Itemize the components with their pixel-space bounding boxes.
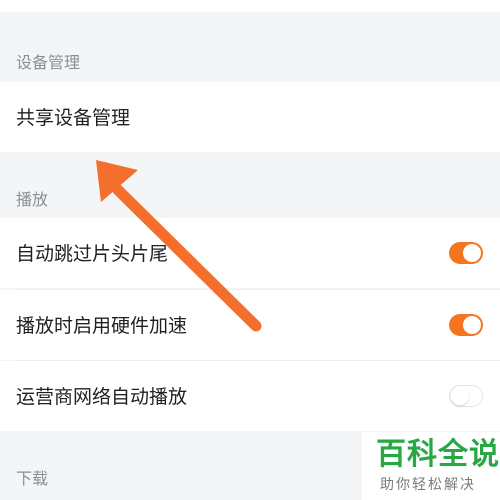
row-label: 播放时启用硬件加速	[16, 315, 188, 337]
row-label: 共享设备管理	[16, 107, 131, 129]
top-strip	[0, 0, 500, 12]
row-mobile-network-autoplay[interactable]: 运营商网络自动播放	[0, 361, 500, 431]
toggle-hardware-acceleration[interactable]	[449, 314, 483, 336]
toggle-knob	[451, 386, 469, 405]
toggle-knob	[463, 316, 481, 334]
watermark-subtitle: 助你轻松解决	[380, 477, 476, 493]
toggle-knob	[463, 244, 481, 262]
arrow-head	[96, 160, 138, 202]
row-hardware-acceleration[interactable]: 播放时启用硬件加速	[0, 290, 500, 360]
section-header-device: 设备管理	[16, 53, 81, 72]
section-header-playback: 播放	[16, 190, 49, 209]
row-shared-device-management[interactable]: 共享设备管理	[0, 82, 500, 152]
section-header-download: 下载	[16, 469, 49, 488]
watermark-title: 百科全说	[376, 437, 500, 472]
toggle-mobile-network-autoplay[interactable]	[449, 385, 483, 407]
row-auto-skip-intro-outro[interactable]: 自动跳过片头片尾	[0, 218, 500, 288]
watermark: 百科全说 助你轻松解决	[362, 432, 500, 500]
row-label: 自动跳过片头片尾	[16, 243, 169, 265]
row-label: 运营商网络自动播放	[16, 386, 188, 408]
toggle-auto-skip[interactable]	[449, 242, 483, 264]
